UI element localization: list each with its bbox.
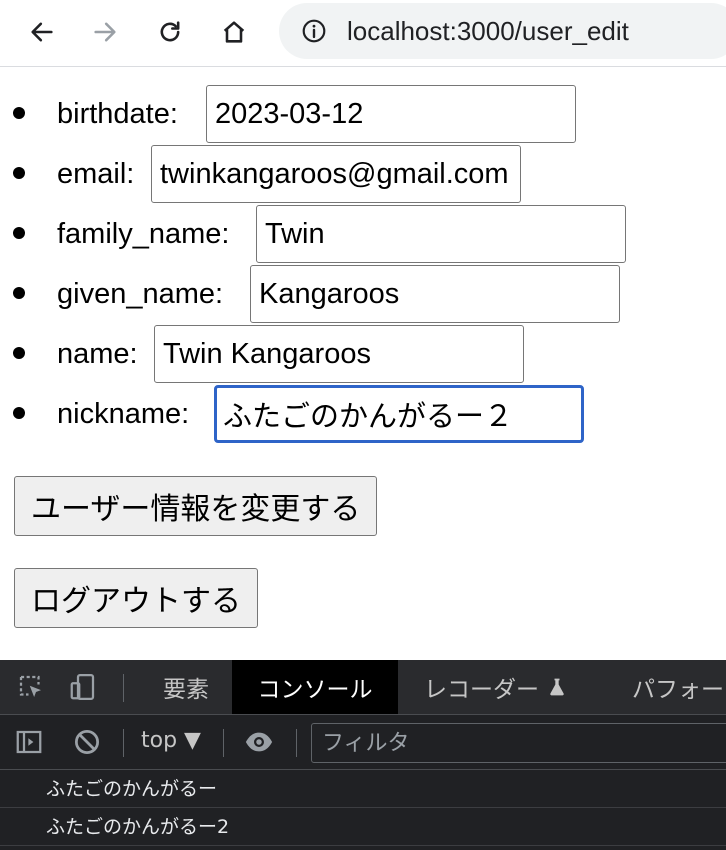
email-input[interactable] <box>151 145 521 203</box>
toolbar-divider <box>296 729 297 757</box>
email-label: email: <box>57 158 135 190</box>
tab-recorder[interactable]: レコーダー <box>398 660 598 714</box>
console-toolbar: top ▼ <box>0 715 726 770</box>
console-filter-input[interactable] <box>311 723 726 763</box>
tab-elements[interactable]: 要素 <box>140 660 232 714</box>
family-name-input[interactable] <box>256 205 626 263</box>
browser-toolbar: localhost:3000/user_edit <box>0 0 726 67</box>
home-button[interactable] <box>214 12 254 52</box>
field-name: name: <box>0 325 726 385</box>
list-bullet <box>13 347 25 359</box>
forward-button[interactable] <box>85 12 125 52</box>
nickname-input[interactable] <box>214 385 584 443</box>
name-label: name: <box>57 338 138 370</box>
update-user-info-button[interactable]: ユーザー情報を変更する <box>14 476 378 536</box>
sidebar-toggle-icon[interactable] <box>14 727 44 757</box>
back-button[interactable] <box>22 12 62 52</box>
toolbar-divider <box>123 729 124 757</box>
name-input[interactable] <box>154 325 524 383</box>
birthdate-input[interactable] <box>206 85 576 143</box>
logout-button[interactable]: ログアウトする <box>14 568 258 628</box>
address-bar[interactable]: localhost:3000/user_edit <box>279 3 726 59</box>
clear-console-icon[interactable] <box>72 727 102 757</box>
nickname-label: nickname: <box>57 398 190 430</box>
devtools-panel: 要素 コンソール レコーダー パフォーマンス top ▼ ふ <box>0 660 726 850</box>
tab-console[interactable]: コンソール <box>232 660 398 714</box>
console-log-line: ふたごのかんがるー <box>0 770 726 808</box>
list-bullet <box>13 287 25 299</box>
birthdate-label: birthdate: <box>57 98 178 130</box>
recorder-tab-label: レコーダー <box>424 677 539 703</box>
inspect-element-icon[interactable] <box>16 672 46 702</box>
list-bullet <box>13 107 25 119</box>
js-context-selector[interactable]: top ▼ <box>141 728 201 753</box>
eye-icon[interactable] <box>244 727 274 757</box>
url-text[interactable]: localhost:3000/user_edit <box>347 16 629 47</box>
list-bullet <box>13 227 25 239</box>
console-log-line: ふたごのかんがるー2 <box>0 808 726 846</box>
field-family-name: family_name: <box>0 205 726 265</box>
list-bullet <box>13 407 25 419</box>
reload-icon <box>160 21 180 42</box>
devtools-tab-bar: 要素 コンソール レコーダー パフォーマンス <box>0 660 726 715</box>
tab-performance[interactable]: パフォーマンス <box>632 660 726 714</box>
experiment-flask-icon <box>550 678 564 696</box>
site-info-icon[interactable] <box>301 18 327 44</box>
family-name-label: family_name: <box>57 218 230 250</box>
home-icon <box>223 21 245 43</box>
reload-button[interactable] <box>150 12 190 52</box>
device-toolbar-icon[interactable] <box>68 672 98 702</box>
arrow-left-icon <box>31 22 53 42</box>
field-given-name: given_name: <box>0 265 726 325</box>
toolbar-divider <box>223 729 224 757</box>
arrow-right-icon <box>94 22 116 42</box>
given-name-input[interactable] <box>250 265 620 323</box>
list-bullet <box>13 167 25 179</box>
given-name-label: given_name: <box>57 278 224 310</box>
field-email: email: <box>0 145 726 205</box>
field-nickname: nickname: <box>0 385 726 445</box>
page-content: birthdate: email: family_name: given_nam… <box>0 67 726 660</box>
toolbar-divider <box>123 674 124 702</box>
field-birthdate: birthdate: <box>0 85 726 145</box>
